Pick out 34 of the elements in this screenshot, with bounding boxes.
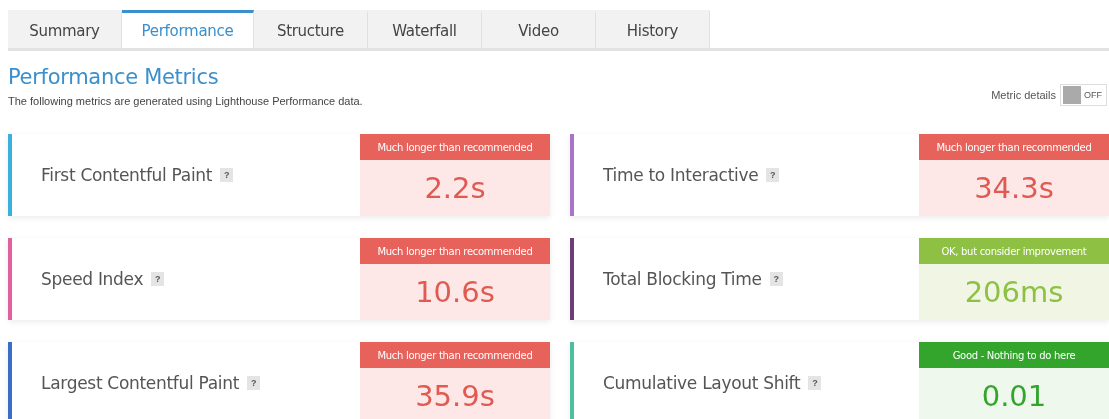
verdict-banner: Much longer than recommended bbox=[360, 134, 550, 160]
metric-name: Total Blocking Time bbox=[603, 269, 762, 289]
help-button[interactable]: ? bbox=[220, 168, 234, 182]
tab[interactable]: History bbox=[596, 10, 710, 48]
tab[interactable]: Waterfall bbox=[368, 10, 482, 48]
metric-name: Largest Contentful Paint bbox=[41, 373, 240, 393]
verdict-banner: Much longer than recommended bbox=[360, 238, 550, 264]
metric-value: 0.01 bbox=[980, 378, 1048, 415]
tab[interactable]: Video bbox=[482, 10, 596, 48]
tab[interactable]: Performance bbox=[122, 10, 254, 48]
verdict-banner: Much longer than recommended bbox=[360, 342, 550, 368]
tab[interactable]: Structure bbox=[254, 10, 368, 48]
verdict-banner: OK, but consider improvement bbox=[919, 238, 1109, 264]
metric-value: 206ms bbox=[963, 274, 1065, 311]
metric-name: Speed Index bbox=[41, 269, 144, 289]
help-button[interactable]: ? bbox=[769, 272, 783, 286]
verdict-banner: Much longer than recommended bbox=[919, 134, 1109, 160]
metric-value: 35.9s bbox=[414, 378, 496, 415]
metric-value: 34.3s bbox=[973, 170, 1055, 207]
metric-value: 10.6s bbox=[414, 274, 496, 311]
help-button[interactable]: ? bbox=[247, 376, 261, 390]
metric-name: Cumulative Layout Shift bbox=[603, 373, 801, 393]
description: The following metrics are generated using Lighthouse Performance data. bbox=[8, 95, 363, 107]
tab[interactable]: Summary bbox=[8, 10, 122, 48]
metric-details-toggle[interactable]: OFF bbox=[1060, 84, 1107, 106]
help-button[interactable]: ? bbox=[766, 168, 780, 182]
metric-name: Time to Interactive bbox=[603, 165, 759, 185]
metric-name: First Contentful Paint bbox=[41, 165, 213, 185]
toggle-label: Metric details bbox=[991, 89, 1056, 101]
verdict-banner: Good - Nothing to do here bbox=[919, 342, 1109, 368]
metric-value: 2.2s bbox=[423, 170, 487, 207]
page-title: Performance Metrics bbox=[8, 65, 220, 89]
help-button[interactable]: ? bbox=[808, 376, 822, 390]
help-button[interactable]: ? bbox=[151, 272, 165, 286]
